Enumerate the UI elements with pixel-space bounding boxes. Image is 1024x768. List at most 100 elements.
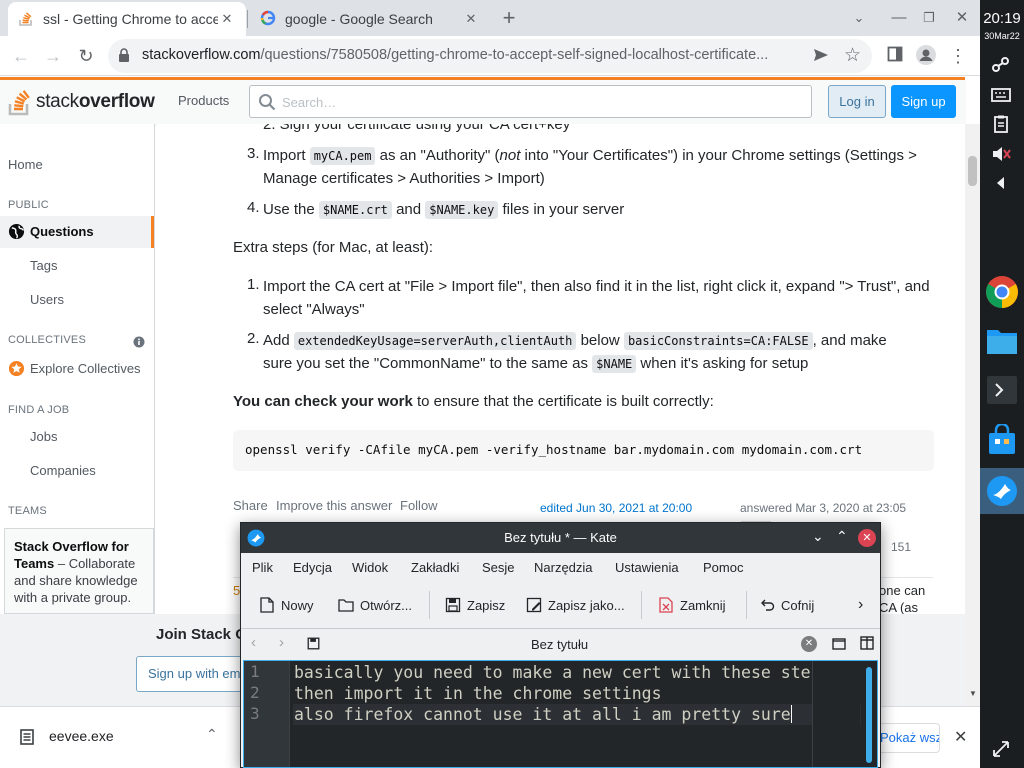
open-folder-icon	[338, 599, 354, 612]
maximize-icon[interactable]: ❐	[917, 6, 941, 30]
menu-item-bookmarks[interactable]: Zakładki	[411, 560, 459, 575]
file-manager-taskbar-icon[interactable]	[980, 318, 1024, 364]
scrollbar-thumb[interactable]	[968, 156, 977, 186]
scroll-down-arrow-icon[interactable]: ▼	[969, 689, 977, 698]
sidebar-item-companies[interactable]: Companies	[30, 463, 96, 478]
tab-separator	[247, 10, 248, 28]
save-as-button[interactable]: Zapisz jako...	[526, 595, 625, 615]
menu-item-view[interactable]: Widok	[352, 560, 388, 575]
clipboard-icon[interactable]	[990, 113, 1014, 137]
network-icon[interactable]	[990, 54, 1014, 78]
resize-arrows-icon[interactable]	[990, 738, 1014, 762]
kate-document-tabbar: ‹ › Bez tytułu ✕	[241, 630, 880, 658]
tab-document[interactable]: Bez tytułu	[531, 637, 588, 652]
chevron-up-icon[interactable]: ⌃	[206, 726, 218, 743]
toolbar-overflow-chevron-icon[interactable]: ›	[858, 595, 863, 615]
tab-stackoverflow[interactable]: ssl - Getting Chrome to accept self-sign…	[8, 2, 246, 36]
chrome-taskbar-icon[interactable]	[980, 268, 1024, 314]
volume-muted-icon[interactable]	[990, 143, 1014, 167]
reload-icon[interactable]: ↻	[74, 44, 98, 68]
products-link[interactable]: Products	[178, 93, 229, 108]
kate-taskbar-icon[interactable]	[980, 468, 1024, 514]
kate-titlebar[interactable]: Bez tytułu * — Kate ⌄ ⌃ ✕	[241, 523, 880, 553]
browser-toolbar: ← → ↻ stackoverflow.com/questions/758050…	[0, 36, 980, 76]
maximize-icon[interactable]: ⌃	[836, 528, 848, 545]
close-tab-icon[interactable]: ✕	[801, 636, 817, 652]
close-icon[interactable]: ✕	[858, 529, 876, 547]
editor-minimap[interactable]	[812, 661, 860, 767]
editor-scrollbar[interactable]	[862, 665, 876, 765]
step-3-text-line2: Manage certificates > Authorities > Impo…	[263, 170, 545, 187]
teams-promo-box[interactable]: Stack Overflow for Teams – Collaborate a…	[4, 528, 154, 614]
kate-toolbar: Nowy Otwórz... Zapisz Zapisz jako... Zam…	[241, 581, 880, 629]
tray-expand-arrow-icon[interactable]	[990, 172, 1014, 196]
clock-time[interactable]: 20:19	[980, 10, 1024, 27]
tab-search-chevron-icon[interactable]: ⌄	[847, 6, 871, 30]
inline-code: $NAME.key	[425, 201, 499, 219]
mac-step-2-text: Add extendedKeyUsage=serverAuth,clientAu…	[263, 332, 887, 350]
close-window-icon[interactable]: ✕	[950, 6, 974, 30]
minimize-icon[interactable]: ⌄	[812, 528, 824, 545]
so-logo[interactable]: stackoverflow	[8, 86, 155, 118]
profile-avatar-icon[interactable]	[914, 44, 938, 68]
side-panel-icon[interactable]	[883, 44, 907, 68]
download-filename[interactable]: eevee.exe	[49, 728, 114, 744]
tab-prev-chevron-icon[interactable]: ‹	[251, 634, 256, 651]
follow-link[interactable]: Follow	[400, 498, 438, 513]
text-editor[interactable]: 1 2 3 basically you need to make a new c…	[243, 660, 878, 768]
inline-code: extendedKeyUsage=serverAuth,clientAuth	[293, 332, 577, 350]
close-document-button[interactable]: Zamknij	[658, 595, 726, 615]
lock-icon[interactable]	[118, 48, 130, 66]
sidebar-item-tags[interactable]: Tags	[30, 258, 57, 273]
new-button[interactable]: Nowy	[259, 595, 314, 615]
improve-answer-link[interactable]: Improve this answer	[276, 498, 392, 513]
login-button[interactable]: Log in	[828, 85, 886, 118]
kate-window-title: Bez tytułu * — Kate	[504, 530, 617, 545]
toolbar-separator	[641, 591, 642, 619]
forward-icon[interactable]: →	[41, 44, 65, 68]
tab-google[interactable]: google - Google Search ✕	[250, 2, 490, 36]
undo-button[interactable]: Cofnij	[759, 595, 814, 615]
split-view-icon[interactable]	[860, 636, 874, 653]
menu-item-settings[interactable]: Ustawienia	[615, 560, 679, 575]
tab-next-chevron-icon[interactable]: ›	[279, 634, 284, 651]
quick-open-icon[interactable]	[832, 636, 846, 653]
back-icon[interactable]: ←	[9, 44, 33, 68]
sidebar-item-home[interactable]: Home	[8, 157, 43, 172]
terminal-taskbar-icon[interactable]	[980, 367, 1024, 413]
menu-item-tools[interactable]: Narzędzia	[534, 560, 593, 575]
close-tab-icon[interactable]: ✕	[462, 11, 480, 27]
save-button[interactable]: Zapisz	[445, 595, 505, 615]
signup-button[interactable]: Sign up	[891, 85, 956, 118]
sidebar-item-explore-collectives[interactable]: Explore Collectives	[30, 361, 141, 376]
bookmark-star-icon[interactable]: ☆	[844, 44, 861, 67]
scrollbar-thumb[interactable]	[866, 667, 872, 763]
close-download-bar-icon[interactable]: ✕	[954, 727, 967, 747]
undo-icon	[761, 599, 775, 611]
info-icon[interactable]	[133, 335, 145, 351]
menu-item-sessions[interactable]: Sesje	[482, 560, 515, 575]
share-link[interactable]: Share	[233, 498, 268, 513]
signup-email-button[interactable]: Sign up with email	[136, 656, 256, 692]
minimize-icon[interactable]: —	[887, 6, 911, 30]
keyboard-icon[interactable]	[990, 84, 1014, 108]
page-scrollbar[interactable]: ▼	[965, 124, 980, 706]
save-icon	[445, 597, 461, 613]
sidebar-item-questions[interactable]: Questions	[0, 216, 154, 248]
close-tab-icon[interactable]: ✕	[218, 11, 236, 27]
menu-item-help[interactable]: Pomoc	[703, 560, 743, 575]
sidebar-item-users[interactable]: Users	[30, 292, 64, 307]
store-taskbar-icon[interactable]	[980, 417, 1024, 463]
menu-item-file[interactable]: Plik	[252, 560, 273, 575]
open-button[interactable]: Otwórz...	[338, 595, 412, 615]
sidebar-item-jobs[interactable]: Jobs	[30, 429, 57, 444]
new-tab-icon[interactable]: +	[497, 6, 521, 30]
google-favicon-icon	[260, 10, 276, 29]
menu-item-edit[interactable]: Edycja	[293, 560, 332, 575]
site-search-input[interactable]: Search…	[249, 85, 812, 118]
address-bar[interactable]: stackoverflow.com/questions/7580508/gett…	[108, 39, 872, 73]
menu-kebab-icon[interactable]: ⋮	[946, 44, 970, 68]
edited-timestamp-link[interactable]: edited Jun 30, 2021 at 20:00	[540, 501, 692, 515]
list-number: 4.	[247, 199, 260, 216]
send-to-devices-icon[interactable]	[812, 46, 830, 67]
